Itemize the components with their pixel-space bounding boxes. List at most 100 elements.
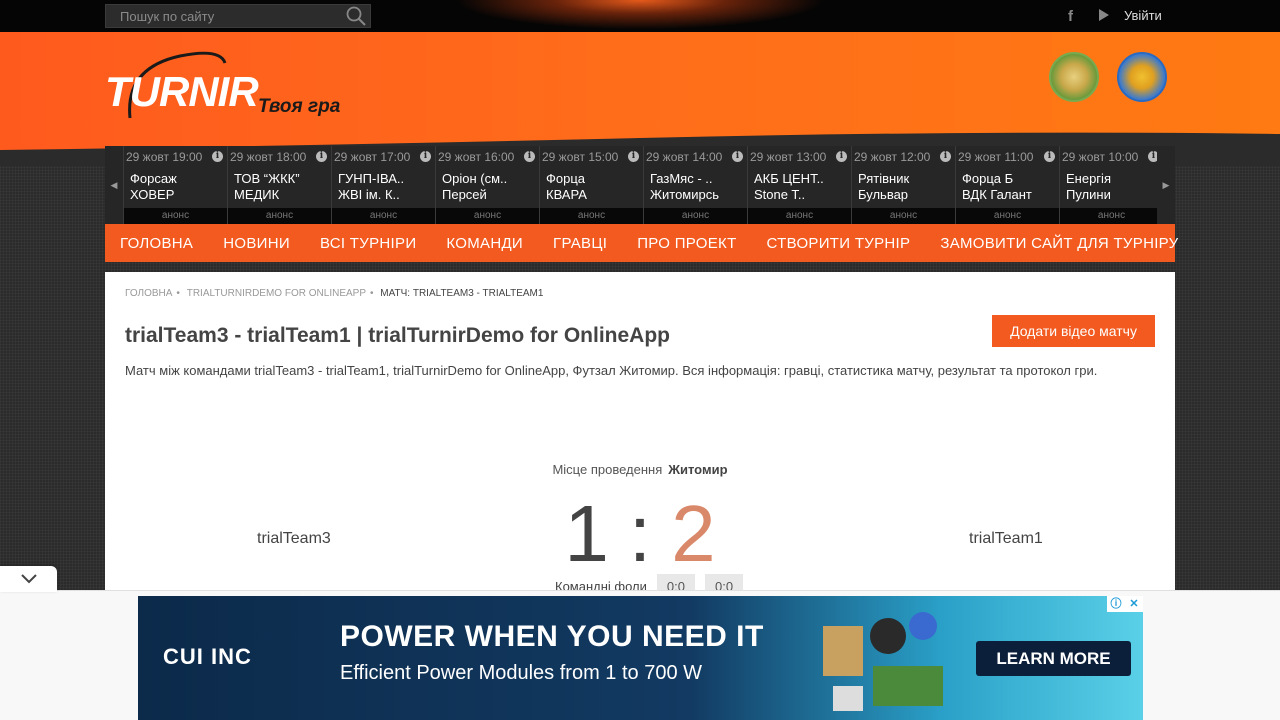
info-icon[interactable]: i — [836, 151, 847, 162]
logo[interactable]: TURNIR — [105, 68, 259, 116]
match-date: 29 жовт 11:00 — [958, 150, 1034, 164]
match-status: анонс — [540, 208, 643, 224]
ad-subline: Efficient Power Modules from 1 to 700 W — [340, 662, 703, 684]
top-bar: f Увійти — [0, 0, 1280, 32]
match-status: анонс — [748, 208, 851, 224]
match-status: анонс — [436, 208, 539, 224]
city-emblem[interactable] — [1049, 52, 1099, 102]
site-header: TURNIR Твоя гра — [0, 32, 1280, 166]
search-box — [105, 4, 371, 28]
nav-item[interactable]: Гравці — [538, 235, 622, 252]
login-link[interactable]: Увійти — [1124, 8, 1162, 23]
venue-line: Місце проведення Житомир — [105, 462, 1175, 477]
search-icon[interactable] — [346, 6, 366, 26]
home-score: 1 — [564, 489, 609, 578]
ticker-match[interactable]: 29 жовт 12:00 i Рятівник Бульвар анонс — [851, 146, 955, 224]
match-team1: ГазМяс - .. — [650, 171, 713, 186]
info-icon[interactable]: i — [524, 151, 535, 162]
nav-item[interactable]: Новини — [208, 235, 305, 252]
match-team2: МЕДИК — [234, 187, 280, 202]
match-team1: ТОВ “ЖКК” — [234, 171, 300, 186]
match-date: 29 жовт 14:00 — [646, 150, 723, 164]
match-team1: Рятівник — [858, 171, 910, 186]
nav-item[interactable]: Команди — [431, 235, 538, 252]
match-team1: Енергія — [1066, 171, 1111, 186]
ticker-next-arrow-icon[interactable]: ▶ — [1157, 146, 1175, 224]
add-video-button[interactable]: Додати відео матчу — [992, 315, 1155, 347]
match-team1: Оріон (см.. — [442, 171, 508, 186]
ticker-match[interactable]: 29 жовт 18:00 i ТОВ “ЖКК” МЕДИК анонс — [227, 146, 331, 224]
match-status: анонс — [852, 208, 955, 224]
venue-label: Місце проведення — [552, 462, 663, 477]
info-icon[interactable]: i — [420, 151, 431, 162]
nav-item[interactable]: Всі турніри — [305, 235, 431, 252]
ad-choices[interactable]: ⓘ ✕ — [1107, 596, 1143, 612]
info-icon[interactable]: i — [940, 151, 951, 162]
match-date: 29 жовт 13:00 — [750, 150, 827, 164]
info-icon[interactable]: i — [1044, 151, 1055, 162]
breadcrumb-home[interactable]: Головна — [125, 288, 172, 299]
match-status: анонс — [1060, 208, 1163, 224]
match-status: анонс — [228, 208, 331, 224]
ad-banner[interactable]: CUI INC POWER WHEN YOU NEED IT Efficient… — [138, 596, 1143, 720]
ad-learn-more-button[interactable]: LEARN MORE — [976, 641, 1131, 676]
match-date: 29 жовт 10:00 — [1062, 150, 1139, 164]
ticker-match[interactable]: 29 жовт 11:00 i Форца Б ВДК Галант анонс — [955, 146, 1059, 224]
electronic-parts-image — [823, 612, 943, 711]
ticker-match[interactable]: 29 жовт 19:00 i Форсаж ХОВЕР анонс — [123, 146, 227, 224]
ticker-match[interactable]: 29 жовт 16:00 i Оріон (см.. Персей анонс — [435, 146, 539, 224]
match-team2: Stone T.. — [754, 187, 806, 202]
chevron-down-icon — [20, 574, 37, 584]
ticker-match[interactable]: 29 жовт 14:00 i ГазМяс - .. Житомирсь анонс — [643, 146, 747, 224]
info-icon[interactable]: i — [628, 151, 639, 162]
main-content: Головна • trialTurnirDemo for OnlineApp • … — [105, 272, 1175, 602]
match-date: 29 жовт 16:00 — [438, 150, 515, 164]
nav-item[interactable]: Про проект — [622, 235, 751, 252]
match-team1: Форца — [546, 171, 586, 186]
info-icon[interactable]: i — [732, 151, 743, 162]
nav-item[interactable]: Замовити сайт для турніру — [925, 235, 1193, 252]
match-team1: ГУНП-ІВА.. — [338, 171, 405, 186]
nav-item[interactable]: Головна — [105, 235, 208, 252]
ad-collapse-button[interactable] — [0, 566, 57, 592]
away-team-name[interactable]: trialTeam1 — [969, 530, 1043, 548]
match-team2: Житомирсь — [650, 187, 720, 202]
match-date: 29 жовт 18:00 — [230, 150, 307, 164]
match-date: 29 жовт 19:00 — [126, 150, 203, 164]
ticker-prev-arrow-icon[interactable]: ◀ — [105, 146, 123, 224]
match-team1: Форца Б — [962, 171, 1014, 186]
match-status: анонс — [124, 208, 227, 224]
search-input[interactable] — [106, 5, 336, 27]
venue-value: Житомир — [668, 462, 728, 477]
page-title: trialTeam3 - trialTeam1 | trialTurnirDem… — [125, 324, 670, 347]
info-icon[interactable]: i — [212, 151, 223, 162]
match-team2: КВАРА — [546, 187, 587, 202]
info-icon[interactable]: ⓘ — [1107, 596, 1125, 612]
ticker-match[interactable]: 29 жовт 13:00 i АКБ ЦЕНТ.. Stone T.. анонс — [747, 146, 851, 224]
match-status: анонс — [956, 208, 1059, 224]
ticker-match[interactable]: 29 жовт 17:00 i ГУНП-ІВА.. ЖВІ ім. К.. анонс — [331, 146, 435, 224]
main-nav: Головна Новини Всі турніри Команди Гравці Про… — [105, 224, 1178, 262]
facebook-icon[interactable]: f — [1068, 8, 1073, 25]
federation-emblem[interactable] — [1117, 52, 1167, 102]
match-team2: Бульвар — [858, 187, 909, 202]
nav-item[interactable]: Створити турнір — [752, 235, 926, 252]
youtube-icon[interactable] — [1098, 8, 1110, 22]
tagline: Твоя гра — [258, 96, 341, 117]
score-separator: : — [628, 489, 652, 578]
breadcrumb-current: Матч: trialTeam3 - trialTeam1 — [380, 288, 544, 299]
match-date: 29 жовт 12:00 — [854, 150, 931, 164]
match-status: анонс — [332, 208, 435, 224]
ad-headline: POWER WHEN YOU NEED IT — [340, 620, 764, 653]
top-glow — [440, 0, 840, 32]
breadcrumb-tournament[interactable]: trialTurnirDemo for OnlineApp — [187, 288, 366, 299]
match-team2: ЖВІ ім. К.. — [338, 187, 400, 202]
ticker-match[interactable]: 29 жовт 15:00 i Форца КВАРА анонс — [539, 146, 643, 224]
match-description: Матч між командами trialTeam3 - trialTea… — [125, 363, 1098, 378]
info-icon[interactable]: i — [316, 151, 327, 162]
match-ticker: ◀ 29 жовт 19:00 i Форсаж ХОВЕР анонс 29 жовт … — [105, 146, 1175, 224]
ad-brand: CUI INC — [163, 644, 252, 669]
ticker-match[interactable]: 29 жовт 10:00 i Енергія Пулини анонс — [1059, 146, 1163, 224]
close-icon[interactable]: ✕ — [1125, 596, 1143, 612]
match-team2: Пулини — [1066, 187, 1111, 202]
